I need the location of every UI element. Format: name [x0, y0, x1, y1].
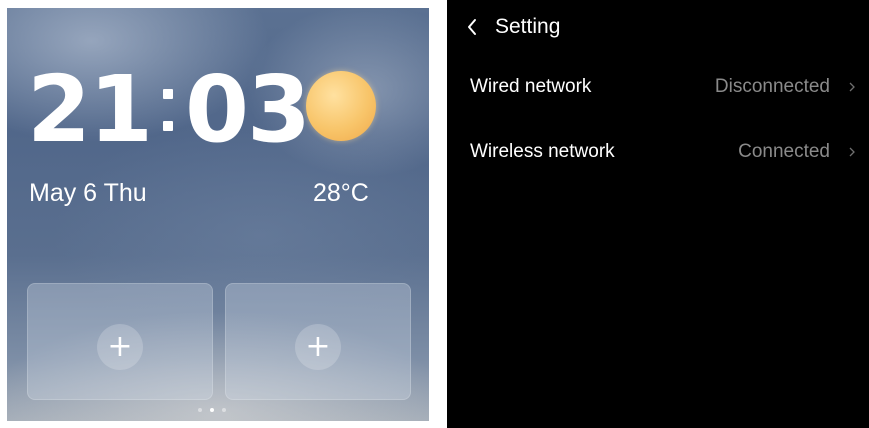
- plus-icon: +: [305, 329, 331, 364]
- add-widget-button-right[interactable]: +: [295, 324, 341, 370]
- page-indicator: [198, 408, 226, 412]
- page-dot[interactable]: [222, 408, 226, 412]
- settings-item-wired-network[interactable]: Wired network Disconnected: [470, 69, 856, 105]
- chevron-left-icon[interactable]: [465, 17, 479, 37]
- temperature-label: 28°C: [313, 179, 369, 207]
- clock-colon: [153, 89, 183, 131]
- wired-status-value: Disconnected: [714, 76, 830, 97]
- page-dot-active[interactable]: [210, 408, 214, 412]
- settings-item-label: Wired network: [470, 76, 592, 97]
- settings-screen: Setting Wired network Disconnected Wirel…: [447, 0, 869, 428]
- chevron-right-icon: [848, 81, 856, 93]
- sun-icon: [306, 71, 376, 141]
- settings-item-label: Wireless network: [470, 141, 615, 162]
- home-screen: 21 03 May 6 Thu 28°C + +: [7, 8, 429, 421]
- plus-icon: +: [107, 329, 133, 364]
- wireless-status-value: Connected: [738, 141, 830, 162]
- clock-minutes: 03: [185, 56, 311, 163]
- screen: 21 03 May 6 Thu 28°C + + Setting Wired n…: [0, 0, 869, 428]
- add-widget-button-left[interactable]: +: [97, 324, 143, 370]
- clock: 21 03: [27, 56, 311, 163]
- page-title: Setting: [495, 15, 561, 38]
- settings-item-wireless-network[interactable]: Wireless network Connected: [470, 134, 856, 170]
- settings-header: Setting: [465, 12, 560, 42]
- page-dot[interactable]: [198, 408, 202, 412]
- date-label: May 6 Thu: [29, 179, 147, 207]
- clock-hours: 21: [27, 56, 153, 163]
- chevron-right-icon: [848, 146, 856, 158]
- widget-card-right[interactable]: +: [225, 283, 411, 400]
- widget-card-left[interactable]: +: [27, 283, 213, 400]
